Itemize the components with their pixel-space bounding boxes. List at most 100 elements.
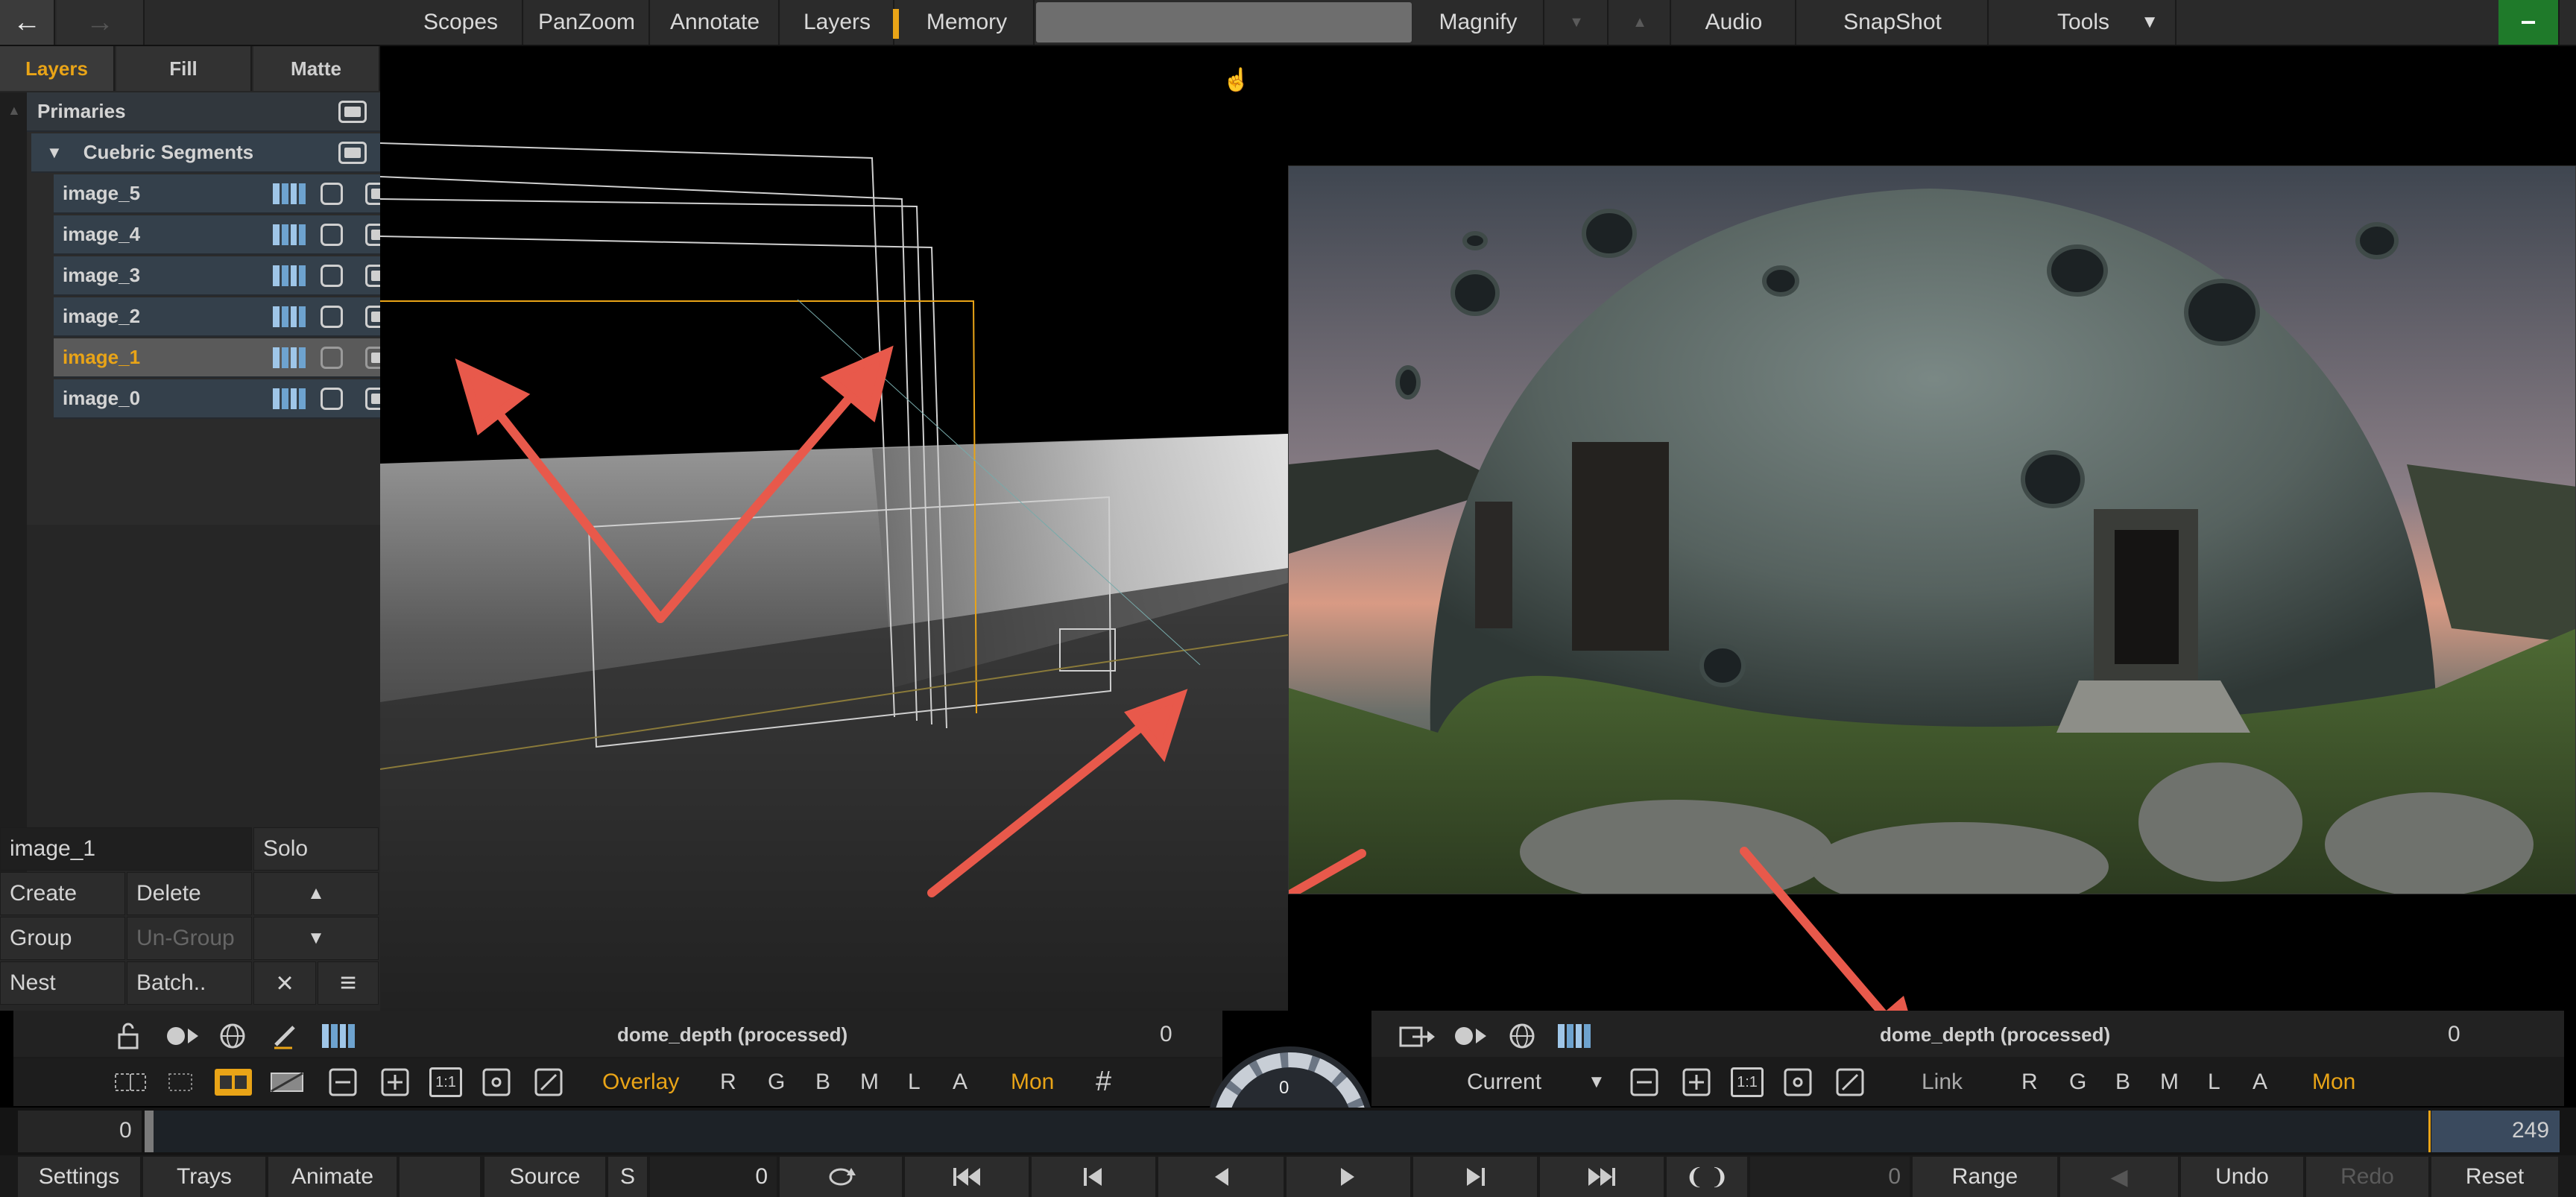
timeline-track[interactable] <box>154 1111 2428 1152</box>
move-up-button[interactable]: ▲ <box>253 872 379 915</box>
tab-matte[interactable]: Matte <box>253 46 380 91</box>
arrow-up-button[interactable]: ▲ <box>1610 0 1671 45</box>
range-frame-field[interactable]: 0 <box>1750 1157 1911 1197</box>
channels-icon[interactable] <box>273 306 306 327</box>
monitor-toggle[interactable]: Mon <box>2312 1070 2355 1095</box>
channel-b[interactable]: B <box>815 1070 830 1095</box>
channels-icon[interactable] <box>1558 1024 1591 1048</box>
zoom-out-icon[interactable] <box>326 1067 359 1097</box>
minimize-button[interactable]: − <box>2498 0 2560 45</box>
solo-checkbox[interactable] <box>321 347 343 369</box>
annotate-button[interactable]: Annotate <box>651 0 780 45</box>
zoom-in-icon[interactable] <box>1680 1067 1713 1097</box>
wipe-icon[interactable] <box>165 1069 195 1096</box>
solo-checkbox[interactable] <box>321 306 343 328</box>
prev-frame-button[interactable] <box>1032 1157 1157 1197</box>
channel-m[interactable]: M <box>860 1070 879 1095</box>
channel-b[interactable]: B <box>2115 1070 2130 1095</box>
redo-button[interactable]: Redo <box>2306 1157 2430 1197</box>
layer-row[interactable]: image_3 <box>54 256 394 296</box>
channel-g[interactable]: G <box>2069 1070 2086 1095</box>
link-toggle[interactable]: Link <box>1922 1070 1963 1095</box>
chevron-down-icon[interactable]: ▼ <box>1588 1072 1606 1093</box>
overlay-toggle[interactable]: Overlay <box>602 1070 679 1095</box>
group-button[interactable]: Group <box>0 917 125 960</box>
layers-button[interactable]: Layers <box>781 0 894 45</box>
visibility-toggle-icon[interactable] <box>338 142 367 164</box>
animate-button[interactable]: Animate <box>268 1157 398 1197</box>
channel-a[interactable]: A <box>2253 1070 2267 1095</box>
record-icon[interactable] <box>165 1021 200 1051</box>
record-icon[interactable] <box>1453 1021 1488 1051</box>
in-out-button[interactable]: ❨ ❩ <box>1667 1157 1749 1197</box>
layer-row[interactable]: image_4 <box>54 215 394 255</box>
globe-icon[interactable] <box>1507 1021 1537 1051</box>
channels-icon[interactable] <box>322 1024 355 1048</box>
reset-button[interactable]: Reset <box>2431 1157 2560 1197</box>
zoom-1to1-icon[interactable]: 1:1 <box>1731 1067 1764 1097</box>
solo-checkbox[interactable] <box>321 388 343 410</box>
range-button[interactable]: Range <box>1913 1157 2059 1197</box>
channel-r[interactable]: R <box>720 1070 736 1095</box>
solo-checkbox[interactable] <box>321 265 343 287</box>
channel-l[interactable]: L <box>908 1070 921 1095</box>
expand-icon[interactable] <box>532 1067 565 1097</box>
fit-icon[interactable] <box>1781 1067 1814 1097</box>
scopes-button[interactable]: Scopes <box>400 0 523 45</box>
audio-button[interactable]: Audio <box>1673 0 1796 45</box>
channel-g[interactable]: G <box>768 1070 785 1095</box>
layer-row[interactable]: image_0 <box>54 379 394 419</box>
go-end-button[interactable] <box>1540 1157 1665 1197</box>
undo-button[interactable]: Undo <box>2181 1157 2305 1197</box>
menu-button[interactable]: ≡ <box>318 961 379 1005</box>
memory-button[interactable]: Memory <box>900 0 1035 45</box>
layer-row[interactable]: image_5 <box>54 174 394 214</box>
compare-icon[interactable] <box>215 1069 252 1096</box>
loop-button[interactable] <box>780 1157 903 1197</box>
viewer-3d[interactable]: ☝ <box>380 46 1288 1011</box>
current-dropdown[interactable]: Current <box>1467 1070 1541 1095</box>
zoom-in-icon[interactable] <box>379 1067 411 1097</box>
expand-triangle-icon[interactable]: ▼ <box>46 143 63 162</box>
channels-icon[interactable] <box>273 265 306 286</box>
pencil-icon[interactable] <box>270 1021 300 1051</box>
go-start-button[interactable] <box>905 1157 1030 1197</box>
scroll-up-icon[interactable]: ▲ <box>7 103 21 119</box>
fit-icon[interactable] <box>480 1067 513 1097</box>
solo-checkbox[interactable] <box>321 224 343 246</box>
expand-icon[interactable] <box>1834 1067 1866 1097</box>
globe-icon[interactable] <box>218 1021 247 1051</box>
tab-layers[interactable]: Layers <box>0 46 115 91</box>
create-button[interactable]: Create <box>0 872 125 915</box>
move-down-button[interactable]: ▼ <box>253 917 379 960</box>
layer-row-selected[interactable]: image_1 <box>54 338 394 378</box>
monitor-toggle[interactable]: Mon <box>1011 1070 1054 1095</box>
timeline[interactable]: 0 249 <box>0 1108 2576 1155</box>
back-button[interactable]: ← <box>0 0 55 45</box>
source-button[interactable]: Source <box>484 1157 607 1197</box>
close-button[interactable]: × <box>253 961 316 1005</box>
batch-button[interactable]: Batch.. <box>127 961 252 1005</box>
channels-icon[interactable] <box>273 388 306 409</box>
channels-icon[interactable] <box>273 347 306 368</box>
forward-button[interactable]: → <box>57 0 145 45</box>
layer-name-field[interactable]: image_1 <box>0 827 252 871</box>
trays-button[interactable]: Trays <box>143 1157 267 1197</box>
delete-button[interactable]: Delete <box>127 872 252 915</box>
channels-icon[interactable] <box>273 183 306 204</box>
solo-checkbox[interactable] <box>321 183 343 205</box>
s-button[interactable]: S <box>608 1157 648 1197</box>
scrollbar[interactable]: ▲ ▼ <box>0 92 27 875</box>
jog-dial[interactable] <box>1205 1040 1376 1108</box>
unlock-icon[interactable] <box>113 1021 143 1051</box>
play-reverse-button[interactable] <box>1158 1157 1285 1197</box>
channels-icon[interactable] <box>273 224 306 245</box>
snapshot-button[interactable]: SnapShot <box>1798 0 1989 45</box>
mute-button[interactable]: ◀ <box>2060 1157 2179 1197</box>
frame-field[interactable]: 0 <box>650 1157 778 1197</box>
channel-m[interactable]: M <box>2160 1070 2179 1095</box>
ungroup-button[interactable]: Un-Group <box>127 917 252 960</box>
zoom-out-icon[interactable] <box>1628 1067 1661 1097</box>
group-row-primaries[interactable]: Primaries <box>27 92 380 132</box>
solo-button[interactable]: Solo <box>253 827 379 871</box>
